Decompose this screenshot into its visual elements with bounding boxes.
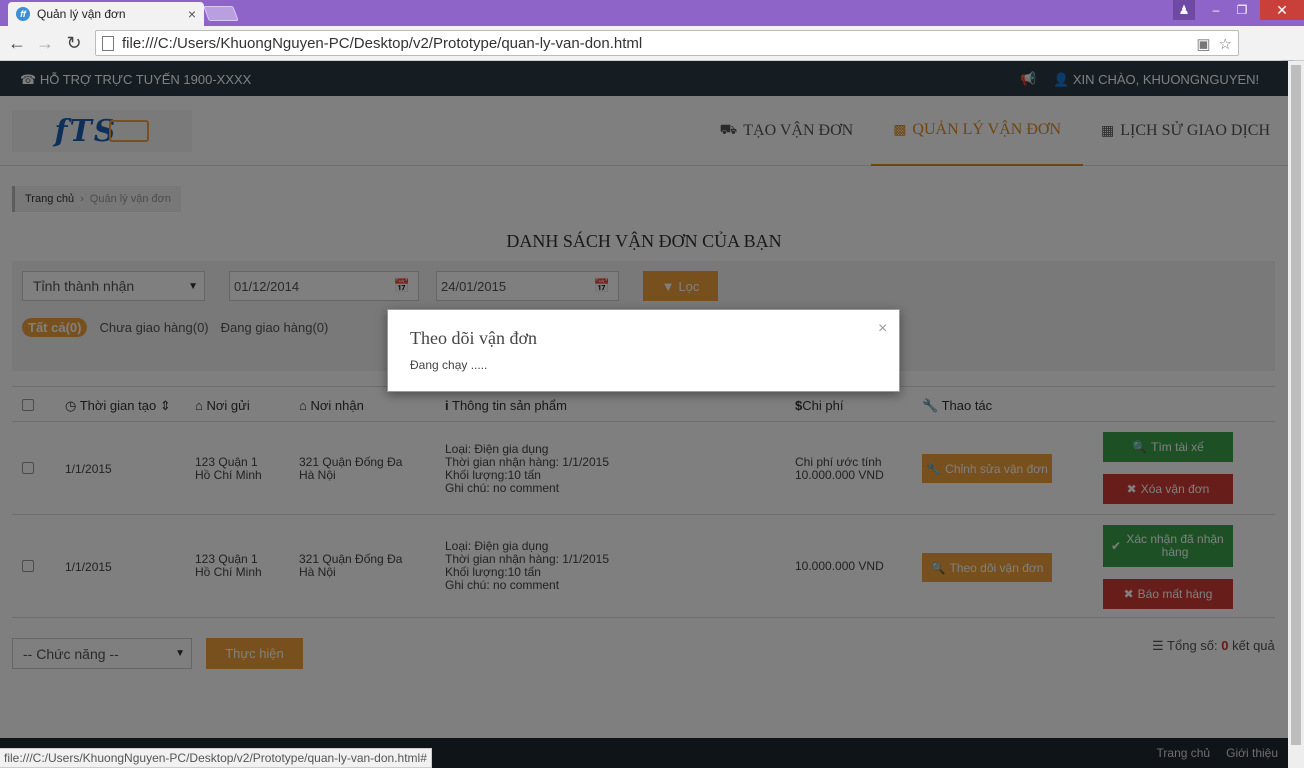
window-close-icon[interactable]: ✕ <box>1260 0 1304 20</box>
scrollbar-thumb[interactable] <box>1291 65 1301 745</box>
modal-body: Đang chạy ..... <box>410 358 488 372</box>
browser-titlebar: ff Quản lý vận đơn × ♟ – ❐ ✕ <box>0 0 1304 26</box>
forward-arrow-icon[interactable]: → <box>34 32 56 54</box>
tab-close-icon[interactable]: × <box>188 6 196 22</box>
page-icon <box>102 35 114 51</box>
reload-icon[interactable]: ↻ <box>63 32 85 54</box>
url-text[interactable]: file:///C:/Users/KhuongNguyen-PC/Desktop… <box>122 35 642 52</box>
minimize-icon[interactable]: – <box>1206 0 1226 20</box>
track-order-modal: Theo dõi vận đơn Đang chạy ..... × <box>387 309 900 392</box>
modal-title: Theo dõi vận đơn <box>410 328 537 348</box>
modal-close-icon[interactable]: × <box>878 320 887 338</box>
new-tab-button[interactable] <box>203 6 239 21</box>
browser-toolbar: ← → ↻ file:///C:/Users/KhuongNguyen-PC/D… <box>0 26 1304 78</box>
browser-status-bar: file:///C:/Users/KhuongNguyen-PC/Desktop… <box>0 748 432 768</box>
modal-backdrop[interactable] <box>0 61 1288 768</box>
page-scrollbar[interactable] <box>1288 61 1304 768</box>
bookmark-star-icon[interactable]: ☆ <box>1219 35 1232 53</box>
tab-favicon-icon: ff <box>16 7 30 21</box>
back-arrow-icon[interactable]: ← <box>6 32 28 54</box>
page-viewport: ☎ HỖ TRỢ TRỰC TUYẾN 1900-XXXX 📢 👤 XIN CH… <box>0 61 1288 768</box>
tab-title: Quản lý vận đơn <box>37 7 126 21</box>
profile-icon[interactable]: ♟ <box>1173 0 1195 20</box>
address-bar[interactable]: file:///C:/Users/KhuongNguyen-PC/Desktop… <box>95 30 1239 56</box>
restore-icon[interactable]: ❐ <box>1232 0 1252 20</box>
browser-tab[interactable]: ff Quản lý vận đơn × <box>8 2 204 26</box>
translate-icon[interactable]: ▣ <box>1196 35 1210 53</box>
